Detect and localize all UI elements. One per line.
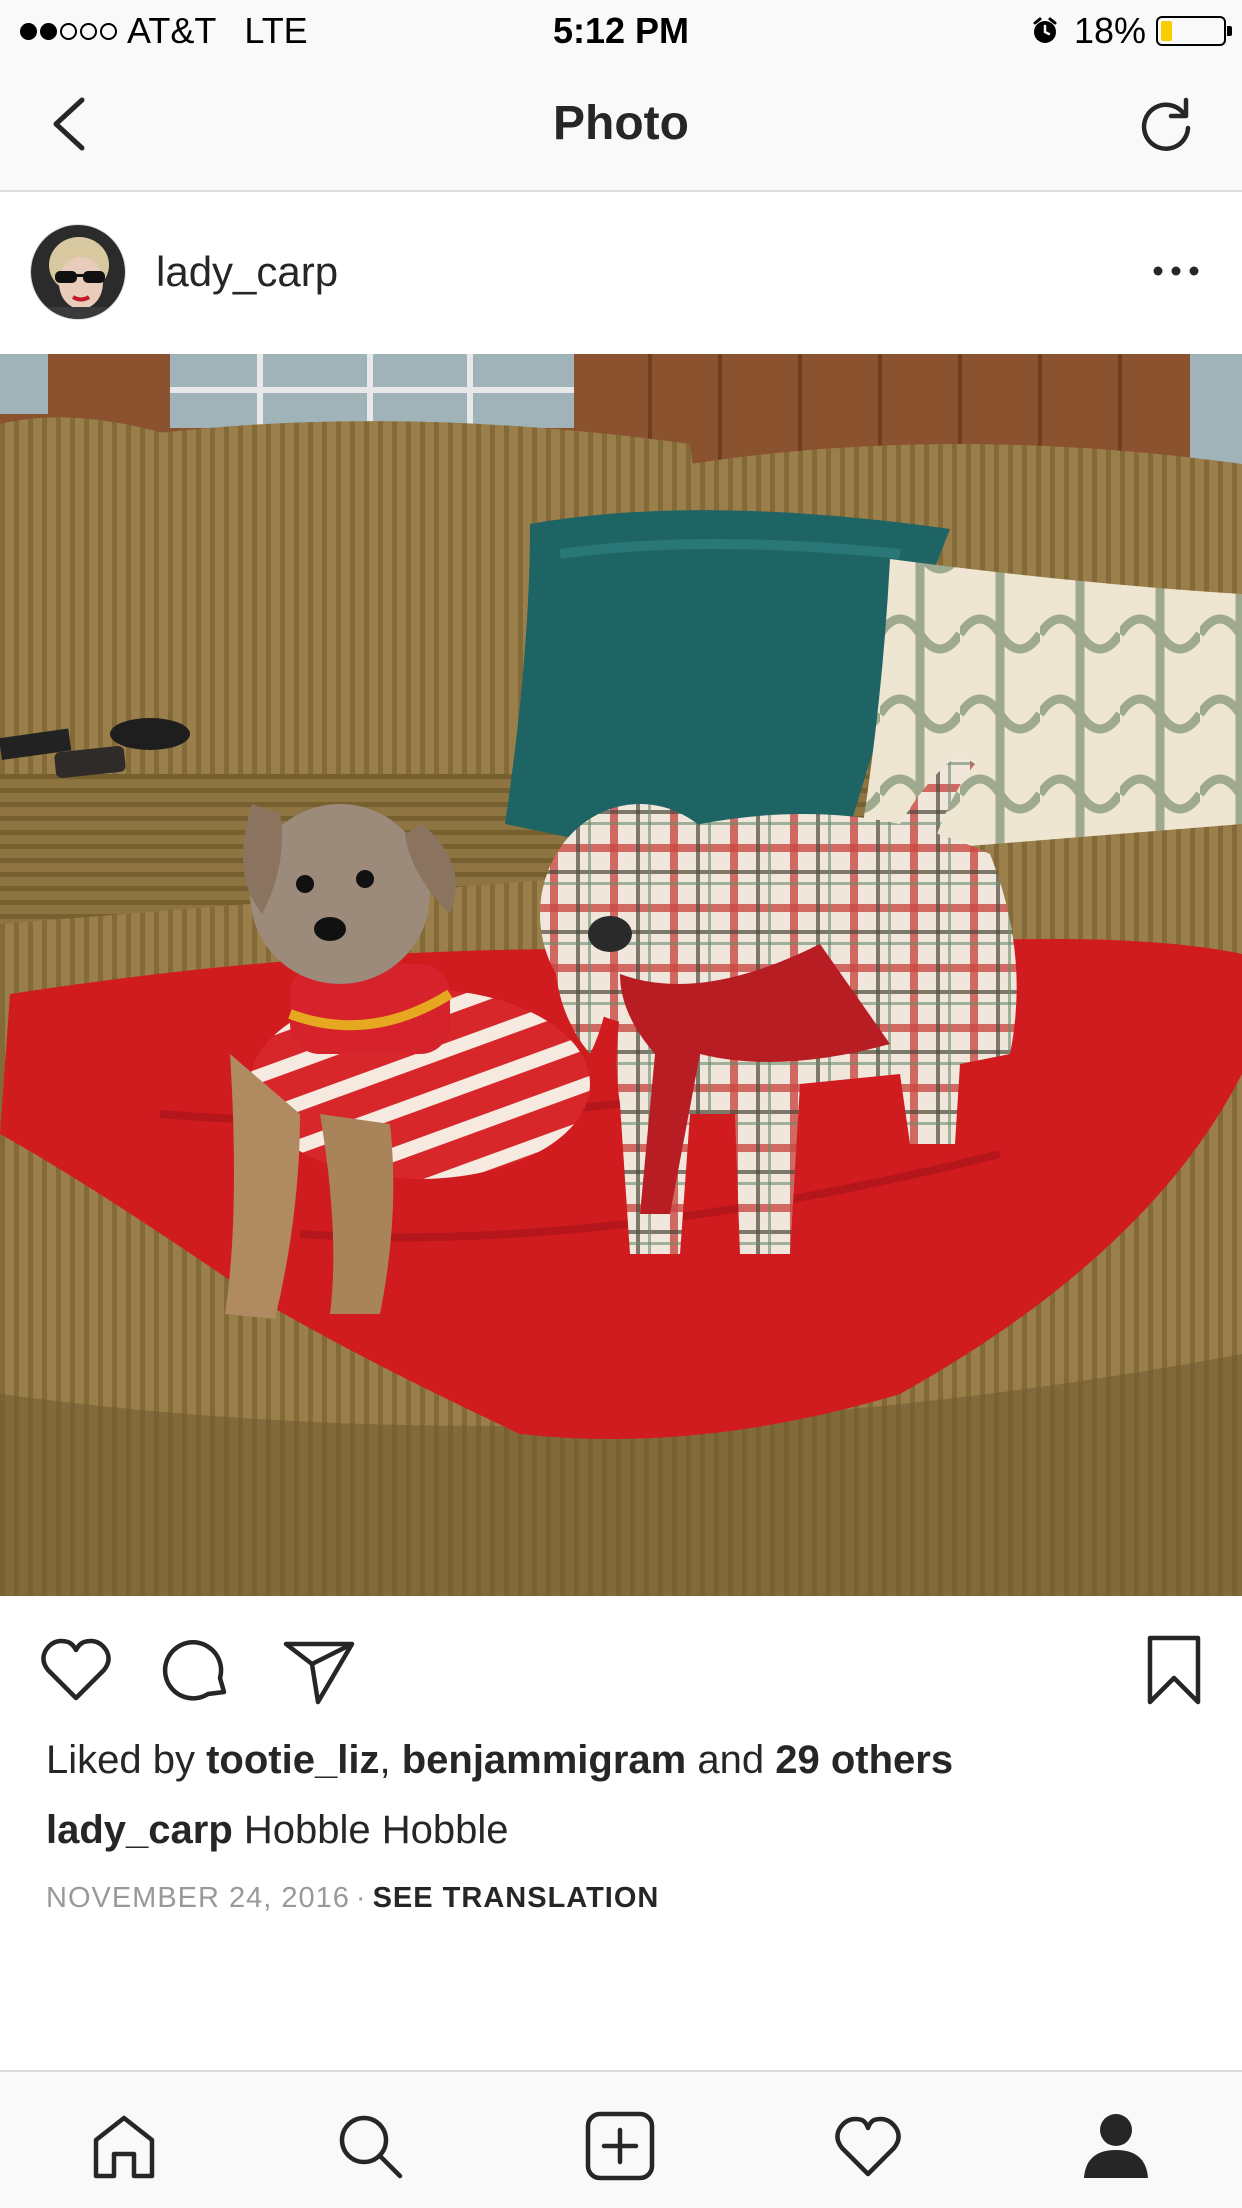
status-bar: AT&T LTE 5:12 PM 18% [0,0,1242,62]
profile-icon[interactable] [1080,2110,1152,2182]
tab-bar [0,2070,1242,2208]
post-meta: NOVEMBER 24, 2016 · SEE TRANSLATION [46,1882,659,1915]
avatar-image [31,225,125,319]
activity-heart-icon[interactable] [832,2110,904,2182]
likes-prefix: Liked by [46,1738,195,1782]
liker-separator: , [379,1738,391,1782]
heart-icon[interactable] [38,1632,114,1708]
liker-1[interactable]: tootie_liz [206,1738,379,1782]
post-header: lady_carp [0,194,1242,354]
liker-2[interactable]: benjammigram [402,1738,687,1782]
search-icon[interactable] [334,2110,406,2182]
battery-percent: 18% [1073,10,1146,51]
home-icon[interactable] [88,2110,160,2182]
battery-icon [1156,16,1232,46]
likes-others-link[interactable]: 29 others [775,1738,953,1782]
navigation-bar: Photo [0,62,1242,192]
ellipsis-icon[interactable] [1150,256,1202,286]
action-bar [0,1620,1242,1720]
comment-icon[interactable] [160,1632,236,1708]
send-icon[interactable] [280,1632,356,1708]
see-translation-link[interactable]: SEE TRANSLATION [373,1882,660,1914]
alarm-icon [1033,17,1057,43]
avatar[interactable] [30,224,126,320]
likes-summary: Liked by tootie_liz, benjammigram and 29… [46,1738,953,1783]
post-username[interactable]: lady_carp [156,248,338,296]
caption: lady_carp Hobble Hobble [46,1808,509,1853]
refresh-icon[interactable] [1134,92,1198,156]
page-title: Photo [553,97,689,150]
post-photo[interactable] [0,354,1242,1596]
caption-username[interactable]: lady_carp [46,1808,233,1852]
photo-illustration [0,354,1242,1596]
likes-and: and [697,1738,765,1782]
status-right: 18% [1030,10,1232,52]
caption-text: Hobble Hobble [243,1808,509,1852]
add-icon[interactable] [584,2110,656,2182]
post-date: NOVEMBER 24, 2016 [46,1882,350,1914]
battery-level [1161,21,1172,41]
meta-separator: · [355,1882,367,1914]
bookmark-icon[interactable] [1136,1632,1212,1708]
